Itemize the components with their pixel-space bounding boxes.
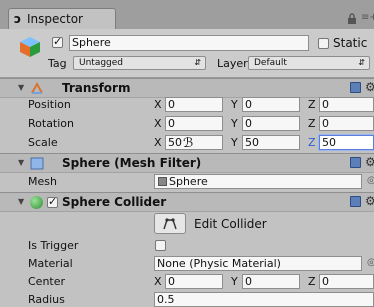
help-book-icon[interactable] — [350, 157, 361, 168]
inspector-icon: ɔ — [14, 12, 22, 26]
tag-label: Tag — [48, 57, 67, 70]
axis-x-label[interactable]: X — [154, 98, 162, 111]
mesh-grid-icon — [158, 177, 167, 186]
center-z-field[interactable]: 0 — [319, 274, 374, 289]
is-trigger-checkbox[interactable] — [155, 240, 166, 251]
rotation-label: Rotation — [28, 117, 75, 130]
sphere-collider-icon — [30, 196, 43, 209]
radius-label: Radius — [28, 293, 65, 306]
rotation-z-field[interactable]: 0 — [319, 116, 374, 131]
axis-z-label[interactable]: Z — [308, 98, 316, 111]
axis-y-label[interactable]: Y — [231, 117, 238, 130]
object-name-field[interactable]: Sphere — [69, 35, 309, 51]
scale-label: Scale — [28, 136, 58, 149]
axis-z-label[interactable]: Z — [308, 117, 316, 130]
layer-dropdown-value: Default — [254, 58, 287, 68]
gear-icon[interactable]: ⚙ — [365, 194, 374, 208]
layer-label: Layer — [217, 57, 248, 70]
mesh-filter-header[interactable]: ▼ Sphere (Mesh Filter) ⚙ — [0, 153, 374, 173]
material-label: Material — [28, 257, 73, 270]
position-label: Position — [28, 98, 71, 111]
fold-arrow-icon[interactable]: ▼ — [18, 197, 24, 206]
object-picker-icon[interactable]: ◎ — [367, 257, 374, 268]
axis-x-label[interactable]: X — [154, 275, 162, 288]
edit-collider-icon — [163, 218, 177, 230]
axis-z-label[interactable]: Z — [308, 136, 316, 149]
tab-menu-icon[interactable]: ≡+ — [361, 12, 374, 23]
scale-z-field[interactable]: 50 — [319, 135, 374, 150]
tag-dropdown[interactable]: Untagged ⇵ — [73, 56, 206, 70]
transform-header[interactable]: ▼ Transform ⚙ — [0, 78, 374, 98]
is-trigger-label: Is Trigger — [28, 239, 79, 252]
sphere-collider-title: Sphere Collider — [62, 195, 167, 209]
position-x-field[interactable]: 0 — [165, 97, 223, 112]
object-header: Sphere Static Tag Untagged ⇵ Layer Defau… — [0, 29, 374, 78]
mesh-label: Mesh — [28, 175, 57, 188]
mesh-value: Sphere — [169, 175, 208, 188]
edit-collider-button[interactable] — [154, 213, 186, 234]
dropdown-arrow-icon: ⇵ — [358, 58, 365, 67]
mesh-filter-title: Sphere (Mesh Filter) — [62, 156, 202, 170]
scale-y-field[interactable]: 50 — [242, 135, 300, 150]
axis-x-label[interactable]: X — [154, 117, 162, 130]
center-label: Center — [28, 275, 66, 288]
text-cursor-icon: ℬ — [183, 136, 194, 151]
tab-inspector[interactable]: ɔ Inspector — [8, 8, 116, 29]
fold-arrow-icon[interactable]: ▼ — [18, 83, 24, 92]
help-book-icon[interactable] — [350, 82, 361, 93]
radius-field[interactable]: 0.5 — [154, 292, 374, 307]
scale-x-field[interactable]: 50 — [165, 135, 223, 150]
static-label: Static — [333, 36, 368, 50]
gameobject-cube-icon — [18, 35, 42, 62]
dropdown-arrow-icon: ⇵ — [194, 58, 201, 67]
axis-y-label[interactable]: Y — [231, 275, 238, 288]
gear-icon[interactable]: ⚙ — [365, 155, 374, 169]
rotation-y-field[interactable]: 0 — [242, 116, 300, 131]
mesh-object-field[interactable]: Sphere — [154, 174, 362, 189]
static-checkbox[interactable] — [318, 38, 329, 49]
position-y-field[interactable]: 0 — [242, 97, 300, 112]
axis-y-label[interactable]: Y — [231, 98, 238, 111]
fold-arrow-icon[interactable]: ▼ — [18, 158, 24, 167]
position-z-field[interactable]: 0 — [319, 97, 374, 112]
center-y-field[interactable]: 0 — [242, 274, 300, 289]
tag-dropdown-value: Untagged — [79, 58, 124, 68]
material-object-field[interactable]: None (Physic Material) — [154, 256, 362, 271]
layer-dropdown[interactable]: Default ⇵ — [248, 56, 370, 70]
gear-icon[interactable]: ⚙ — [365, 80, 374, 94]
active-checkbox[interactable] — [52, 35, 63, 48]
axis-y-label[interactable]: Y — [231, 136, 238, 149]
transform-icon — [30, 81, 44, 98]
sphere-collider-header[interactable]: ▼ Sphere Collider ⚙ — [0, 192, 374, 212]
object-picker-icon[interactable]: ◎ — [367, 175, 374, 186]
tab-label: Inspector — [27, 12, 83, 26]
rotation-x-field[interactable]: 0 — [165, 116, 223, 131]
axis-z-label[interactable]: Z — [308, 275, 316, 288]
help-book-icon[interactable] — [350, 196, 361, 207]
edit-collider-label: Edit Collider — [194, 217, 267, 231]
mesh-filter-icon — [30, 157, 44, 173]
axis-x-label[interactable]: X — [154, 136, 162, 149]
transform-title: Transform — [62, 81, 131, 95]
lock-icon[interactable] — [347, 13, 357, 25]
collider-enabled-checkbox[interactable] — [47, 195, 58, 208]
center-x-field[interactable]: 0 — [165, 274, 223, 289]
